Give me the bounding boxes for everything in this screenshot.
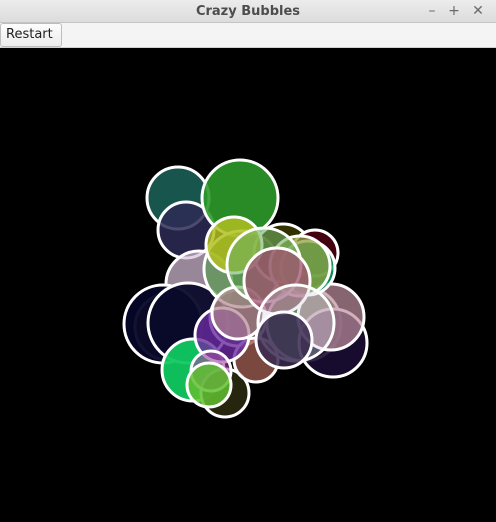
bubble-field[interactable] bbox=[0, 48, 496, 522]
bubble[interactable] bbox=[185, 361, 233, 409]
minimize-icon[interactable]: – bbox=[423, 2, 441, 20]
maximize-icon[interactable]: + bbox=[445, 2, 463, 20]
window-title: Crazy Bubbles bbox=[195, 4, 301, 19]
restart-button[interactable]: Restart bbox=[0, 23, 62, 47]
game-canvas[interactable] bbox=[0, 48, 496, 522]
bubble[interactable] bbox=[254, 310, 314, 370]
title-bar[interactable]: Crazy Bubbles – + ✕ bbox=[0, 0, 496, 23]
toolbar: Restart bbox=[0, 23, 496, 48]
close-icon[interactable]: ✕ bbox=[469, 2, 487, 20]
